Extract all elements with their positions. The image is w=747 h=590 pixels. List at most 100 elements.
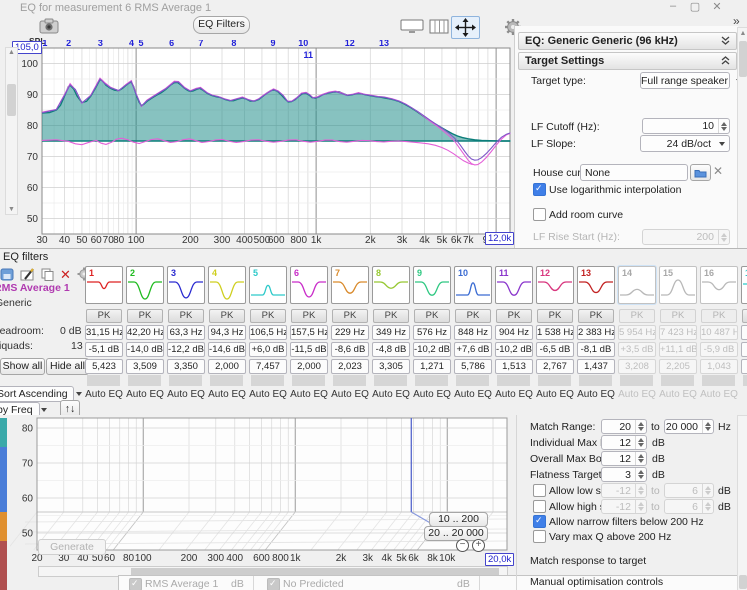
auto-eq-button[interactable]: Auto EQ — [618, 389, 656, 400]
filter-q-field[interactable]: 2,205 — [659, 359, 697, 374]
filter-gain-field[interactable]: -14,6 dB — [208, 342, 246, 357]
filter-frequency-field[interactable]: 94,3 Hz — [208, 325, 246, 340]
auto-eq-button[interactable]: Auto EQ — [249, 389, 287, 400]
filter-curve-thumbnail[interactable]: 9 — [413, 266, 451, 304]
filter-frequency-field[interactable]: 10 487 Hz — [700, 325, 738, 340]
filter-type-button[interactable]: PK — [414, 309, 450, 323]
filter-marker[interactable]: 12 — [345, 40, 355, 48]
filter-curve-thumbnail[interactable]: 8 — [372, 266, 410, 304]
filter-type-button[interactable]: PK — [578, 309, 614, 323]
spl-axis-scrollbar[interactable]: ▲ ▼ — [5, 47, 18, 215]
filter-marker[interactable]: 6 — [169, 40, 174, 48]
filter-frequency-field[interactable]: 848 Hz — [454, 325, 492, 340]
filter-gain-field[interactable]: -5,1 dB — [85, 342, 123, 357]
filter-marker[interactable]: 5 — [139, 40, 144, 48]
filter-q-field[interactable]: 3,305 — [372, 359, 410, 374]
scroll-down-icon[interactable]: ▼ — [6, 206, 17, 213]
filter-q-field[interactable]: 1,271 — [413, 359, 451, 374]
auto-eq-button[interactable]: Auto EQ — [454, 389, 492, 400]
filter-frequency-field[interactable]: 157,5 Hz — [290, 325, 328, 340]
filter-gain-field[interactable]: -5,9 dB — [700, 342, 738, 357]
auto-eq-button[interactable]: Auto EQ — [659, 389, 697, 400]
scrollbar-thumb[interactable] — [7, 84, 16, 116]
filter-curve-thumbnail[interactable]: 11 — [495, 266, 533, 304]
filter-marker[interactable]: 4 — [129, 40, 134, 48]
filter-gain-field[interactable]: -4,8 dB — [372, 342, 410, 357]
generate-button[interactable]: Generate — [38, 539, 106, 555]
filter-curve-thumbnail[interactable]: 1 — [85, 266, 123, 304]
add-room-curve-checkbox[interactable] — [533, 208, 546, 221]
filter-gain-field[interactable]: +6,0 dB — [249, 342, 287, 357]
measurement-thumb-strip[interactable] — [0, 512, 7, 541]
filter-gain-field[interactable]: -6,5 dB — [536, 342, 574, 357]
filter-q-field[interactable]: 1,437 — [577, 359, 615, 374]
close-button[interactable]: ✕ — [706, 0, 728, 13]
filter-marker[interactable]: 10 — [298, 40, 308, 48]
filter-marker[interactable]: 13 — [379, 40, 389, 48]
measurement-thumb-strip[interactable] — [0, 418, 7, 447]
filter-q-field[interactable]: 2,023 — [331, 359, 369, 374]
filter-type-button[interactable]: PK — [332, 309, 368, 323]
filter-frequency-field[interactable]: 349 Hz — [372, 325, 410, 340]
auto-eq-button[interactable]: Auto EQ — [126, 389, 164, 400]
filter-q-field[interactable]: 1,043 — [700, 359, 738, 374]
filter-gain-field[interactable]: -11,5 dB — [290, 342, 328, 357]
filter-frequency-field[interactable]: 106,5 Hz — [249, 325, 287, 340]
filter-curve-thumbnail[interactable]: 14 — [618, 266, 656, 304]
spinner-icon[interactable] — [635, 468, 646, 481]
target-type-dropdown[interactable]: Full range speaker — [640, 72, 730, 89]
filter-q-field[interactable]: 3,509 — [126, 359, 164, 374]
filter-type-button[interactable]: PK — [619, 309, 655, 323]
zoom-in-icon[interactable]: + — [472, 539, 485, 552]
filter-frequency-field[interactable]: 31,15 Hz — [85, 325, 123, 340]
auto-eq-button[interactable]: Auto EQ — [577, 389, 615, 400]
filter-frequency-field[interactable] — [741, 325, 747, 340]
filter-gain-field[interactable]: -12,2 dB — [167, 342, 205, 357]
range-10-200-button[interactable]: 10 .. 200 — [429, 512, 488, 527]
filter-curve-thumbnail[interactable]: 5 — [249, 266, 287, 304]
panel-scrollbar[interactable]: ▲ — [737, 27, 747, 250]
spinner-icon[interactable] — [635, 436, 646, 449]
auto-eq-button[interactable]: Auto EQ — [167, 389, 205, 400]
main-eq-graph[interactable]: 3040506070801002003004005006008001k2k3k4… — [0, 40, 516, 248]
trace-2-checkbox[interactable] — [267, 578, 280, 590]
scroll-up-icon[interactable]: ▲ — [6, 49, 17, 56]
panel-columns-button[interactable] — [427, 18, 450, 35]
measurement-thumb-strip[interactable] — [0, 541, 7, 590]
filter-type-button[interactable]: PK — [701, 309, 737, 323]
auto-eq-button[interactable]: Auto EQ — [495, 389, 533, 400]
filter-gain-field[interactable]: +7,6 dB — [454, 342, 492, 357]
filter-marker[interactable]: 1 — [42, 40, 47, 48]
house-curve-field[interactable]: None — [580, 164, 688, 181]
filter-curve-thumbnail[interactable]: 2 — [126, 266, 164, 304]
filter-type-button[interactable]: PK — [537, 309, 573, 323]
scrollbar-thumb[interactable] — [739, 575, 747, 589]
filter-type-button[interactable]: PK — [250, 309, 286, 323]
target-settings-header[interactable]: Target Settings — [518, 52, 737, 70]
filter-type-button[interactable]: PK — [496, 309, 532, 323]
filter-curve-thumbnail[interactable]: 7 — [331, 266, 369, 304]
filter-q-field[interactable]: 3,350 — [167, 359, 205, 374]
filter-gain-field[interactable]: -8,1 dB — [577, 342, 615, 357]
eq-filters-button[interactable]: EQ Filters — [193, 16, 250, 34]
auto-eq-button[interactable]: Auto EQ — [700, 389, 738, 400]
filter-curve-thumbnail[interactable]: 15 — [659, 266, 697, 304]
minimize-button[interactable]: – — [662, 0, 684, 13]
filter-gain-field[interactable]: +3,5 dB — [618, 342, 656, 357]
filter-q-field[interactable]: 2,000 — [290, 359, 328, 374]
zoom-out-icon[interactable]: − — [456, 539, 469, 552]
filter-q-field[interactable]: 7,457 — [249, 359, 287, 374]
match-response-button[interactable]: Match response to target — [530, 555, 646, 567]
spinner-icon[interactable] — [635, 420, 646, 433]
filter-frequency-field[interactable]: 5 954 Hz — [618, 325, 656, 340]
maximize-button[interactable]: ▢ — [684, 0, 706, 13]
allow-high-shelf-checkbox[interactable] — [533, 500, 546, 513]
auto-eq-button[interactable]: Auto EQ — [85, 389, 123, 400]
filter-type-button[interactable]: PK — [373, 309, 409, 323]
auto-eq-button[interactable]: Auto EQ — [372, 389, 410, 400]
trace-1-checkbox[interactable] — [129, 578, 142, 590]
filter-type-button[interactable]: PK — [291, 309, 327, 323]
graph-layout-button[interactable] — [398, 18, 426, 35]
filter-frequency-field[interactable]: 42,20 Hz — [126, 325, 164, 340]
clear-house-curve-icon[interactable]: ✕ — [713, 164, 723, 178]
